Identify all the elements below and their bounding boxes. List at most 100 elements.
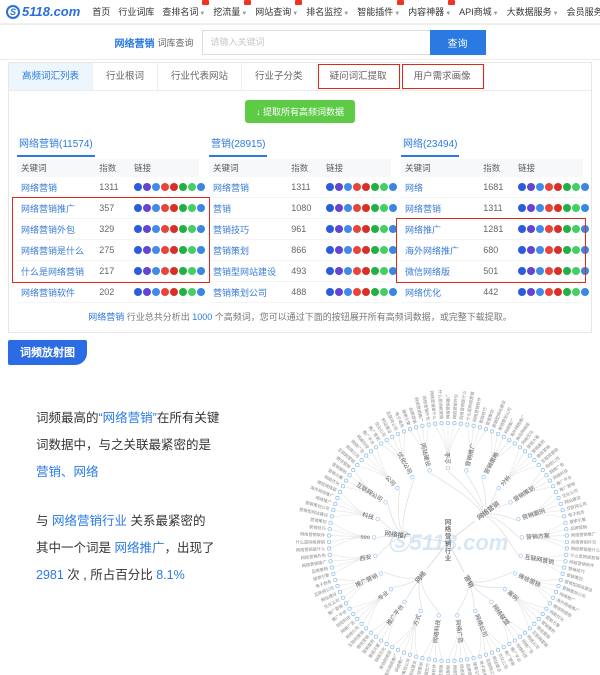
leaf-node[interactable]: [374, 446, 377, 449]
platform-link-icon[interactable]: [326, 225, 334, 233]
keyword-link[interactable]: 微信网络版: [405, 265, 483, 278]
platform-link-icon[interactable]: [197, 204, 205, 212]
leaf-node[interactable]: [344, 602, 347, 605]
leaf-node[interactable]: [564, 521, 567, 524]
leaf-node[interactable]: [561, 508, 564, 511]
platform-link-icon[interactable]: [389, 246, 397, 254]
leaf-node[interactable]: [391, 435, 394, 438]
platform-link-icon[interactable]: [581, 267, 589, 275]
platform-link-icon[interactable]: [335, 246, 343, 254]
leaf-node[interactable]: [490, 651, 493, 654]
platform-link-icon[interactable]: [344, 204, 352, 212]
leaf-node[interactable]: [453, 659, 456, 662]
leaf-node[interactable]: [336, 584, 339, 587]
leaf-node[interactable]: [496, 648, 499, 651]
platform-link-icon[interactable]: [572, 267, 580, 275]
platform-link-icon[interactable]: [563, 204, 571, 212]
leaf-node[interactable]: [528, 454, 531, 457]
platform-link-icon[interactable]: [380, 246, 388, 254]
nav-item[interactable]: 网站查询▼: [252, 2, 301, 21]
platform-link-icon[interactable]: [353, 288, 361, 296]
platform-link-icon[interactable]: [563, 246, 571, 254]
leaf-node[interactable]: [545, 474, 548, 477]
leaf-node[interactable]: [541, 612, 544, 615]
platform-link-icon[interactable]: [179, 183, 187, 191]
platform-link-icon[interactable]: [179, 267, 187, 275]
search-button[interactable]: 查询: [430, 30, 486, 55]
platform-link-icon[interactable]: [380, 183, 388, 191]
search-input[interactable]: [202, 30, 430, 55]
leaf-node[interactable]: [421, 424, 424, 427]
platform-link-icon[interactable]: [134, 225, 142, 233]
platform-link-icon[interactable]: [326, 183, 334, 191]
platform-link-icon[interactable]: [581, 246, 589, 254]
platform-link-icon[interactable]: [371, 204, 379, 212]
platform-link-icon[interactable]: [536, 267, 544, 275]
branch-node[interactable]: [403, 600, 407, 604]
platform-link-icon[interactable]: [527, 288, 535, 296]
leaf-node[interactable]: [352, 468, 355, 471]
nav-item[interactable]: 查排名词▼: [159, 2, 208, 21]
platform-link-icon[interactable]: [134, 246, 142, 254]
platform-link-icon[interactable]: [344, 183, 352, 191]
platform-link-icon[interactable]: [179, 225, 187, 233]
platform-link-icon[interactable]: [134, 288, 142, 296]
leaf-node[interactable]: [484, 653, 487, 656]
platform-link-icon[interactable]: [335, 183, 343, 191]
leaf-node[interactable]: [533, 458, 536, 461]
platform-link-icon[interactable]: [152, 225, 160, 233]
platform-link-icon[interactable]: [371, 288, 379, 296]
platform-link-icon[interactable]: [371, 183, 379, 191]
leaf-node[interactable]: [565, 534, 568, 537]
leaf-node[interactable]: [341, 596, 344, 599]
leaf-node[interactable]: [396, 648, 399, 651]
leaf-node[interactable]: [348, 607, 351, 610]
leaf-node[interactable]: [559, 578, 562, 581]
leaf-node[interactable]: [344, 479, 347, 482]
leaf-node[interactable]: [565, 540, 568, 543]
panel-title[interactable]: 网络营销(11574): [17, 131, 95, 157]
keyword-link[interactable]: 什么是网络营销: [21, 265, 99, 278]
leaf-node[interactable]: [564, 560, 567, 563]
platform-link-icon[interactable]: [161, 225, 169, 233]
leaf-node[interactable]: [421, 657, 424, 660]
platform-link-icon[interactable]: [389, 288, 397, 296]
platform-link-icon[interactable]: [545, 225, 553, 233]
platform-link-icon[interactable]: [362, 183, 370, 191]
keyword-link[interactable]: 网络营销软件: [21, 286, 99, 299]
platform-link-icon[interactable]: [188, 204, 196, 212]
platform-link-icon[interactable]: [143, 246, 151, 254]
keyword-link[interactable]: 营销策划公司: [213, 286, 291, 299]
leaf-node[interactable]: [496, 432, 499, 435]
leaf-node[interactable]: [369, 450, 372, 453]
branch-node[interactable]: [384, 501, 388, 505]
platform-link-icon[interactable]: [536, 183, 544, 191]
leaf-node[interactable]: [327, 540, 330, 543]
platform-link-icon[interactable]: [518, 288, 526, 296]
branch-node[interactable]: [497, 486, 501, 490]
leaf-node[interactable]: [554, 590, 557, 593]
platform-link-icon[interactable]: [572, 204, 580, 212]
leaf-node[interactable]: [369, 631, 372, 634]
leaf-node[interactable]: [490, 430, 493, 433]
keyword-link[interactable]: 网络营销: [21, 181, 99, 194]
platform-link-icon[interactable]: [389, 225, 397, 233]
leaf-node[interactable]: [352, 612, 355, 615]
platform-link-icon[interactable]: [143, 288, 151, 296]
branch-node[interactable]: [379, 572, 383, 576]
platform-link-icon[interactable]: [161, 288, 169, 296]
keyword-link[interactable]: 营销技巧: [213, 223, 291, 236]
leaf-node[interactable]: [408, 653, 411, 656]
branch-node[interactable]: [490, 600, 494, 604]
platform-link-icon[interactable]: [362, 246, 370, 254]
leaf-node[interactable]: [565, 527, 568, 530]
tab[interactable]: 用户需求画像: [401, 63, 485, 90]
leaf-node[interactable]: [356, 463, 359, 466]
platform-link-icon[interactable]: [536, 246, 544, 254]
leaf-node[interactable]: [551, 485, 554, 488]
platform-link-icon[interactable]: [518, 183, 526, 191]
platform-link-icon[interactable]: [371, 267, 379, 275]
branch-node[interactable]: [520, 536, 524, 540]
platform-link-icon[interactable]: [188, 267, 196, 275]
platform-link-icon[interactable]: [170, 225, 178, 233]
